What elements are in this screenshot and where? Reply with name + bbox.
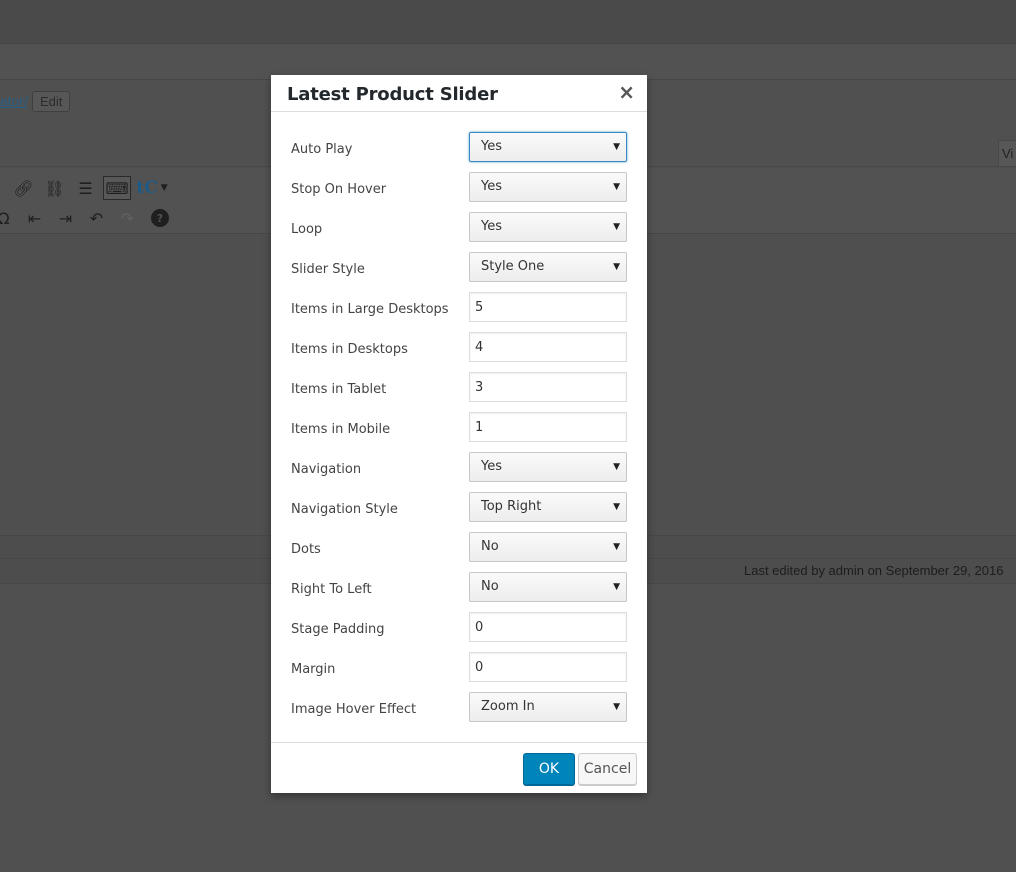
- chevron-down-icon: ▼: [613, 182, 620, 192]
- chevron-down-icon: ▼: [613, 262, 620, 272]
- items-mobile-label: Items in Mobile: [291, 422, 391, 437]
- image-hover-effect-value: Zoom In: [481, 699, 535, 714]
- field-slider-style: Slider Style Style One ▼: [291, 252, 627, 292]
- toolbar-toggle-icon[interactable]: ⌨: [103, 176, 131, 200]
- slider-style-label: Slider Style: [291, 262, 365, 277]
- permalink-row: ator/ Edit: [0, 90, 71, 112]
- navigation-style-value: Top Right: [481, 499, 542, 514]
- chevron-down-icon: ▼: [613, 142, 620, 152]
- navigation-select[interactable]: Yes ▼: [469, 452, 627, 482]
- dots-select[interactable]: No ▼: [469, 532, 627, 562]
- field-stage-padding: Stage Padding 0: [291, 612, 627, 652]
- field-items-mobile: Items in Mobile 1: [291, 412, 627, 452]
- permalink-edit-button[interactable]: Edit: [32, 90, 71, 112]
- stage-padding-label: Stage Padding: [291, 622, 385, 637]
- cancel-button[interactable]: Cancel: [578, 753, 637, 785]
- help-icon[interactable]: ?: [151, 209, 169, 227]
- auto-play-select[interactable]: Yes ▼: [469, 132, 627, 162]
- items-tablet-input[interactable]: 3: [469, 372, 627, 402]
- tc-plugin-icon[interactable]: tC ▼: [133, 176, 171, 200]
- navigation-style-select[interactable]: Top Right ▼: [469, 492, 627, 522]
- right-to-left-select[interactable]: No ▼: [469, 572, 627, 602]
- tab-visual[interactable]: Vi: [998, 140, 1016, 167]
- navigation-label: Navigation: [291, 462, 362, 477]
- slider-style-select[interactable]: Style One ▼: [469, 252, 627, 282]
- items-mobile-input[interactable]: 1: [469, 412, 627, 442]
- field-navigation: Navigation Yes ▼: [291, 452, 627, 492]
- settings-form: Auto Play Yes ▼ Stop On Hover Yes ▼ Loop: [291, 132, 627, 732]
- dialog-footer: OK Cancel: [271, 742, 647, 793]
- loop-select[interactable]: Yes ▼: [469, 212, 627, 242]
- navigation-value: Yes: [481, 459, 502, 474]
- slider-settings-dialog: Latest Product Slider × Auto Play Yes ▼ …: [271, 75, 647, 793]
- margin-input[interactable]: 0: [469, 652, 627, 682]
- chevron-down-icon: ▼: [613, 542, 620, 552]
- loop-label: Loop: [291, 222, 323, 237]
- dialog-title: Latest Product Slider: [287, 84, 498, 105]
- stop-on-hover-label: Stop On Hover: [291, 182, 387, 197]
- admin-top-bar: [0, 0, 1016, 44]
- dots-label: Dots: [291, 542, 321, 557]
- auto-play-label: Auto Play: [291, 142, 353, 157]
- read-more-icon[interactable]: ☰: [70, 176, 101, 200]
- field-right-to-left: Right To Left No ▼: [291, 572, 627, 612]
- right-to-left-label: Right To Left: [291, 582, 372, 597]
- chevron-down-icon: ▼: [613, 702, 620, 712]
- right-to-left-value: No: [481, 579, 499, 594]
- redo-icon: ↷: [120, 208, 135, 228]
- last-edited-text: Last edited by admin on September 29, 20…: [744, 563, 1004, 578]
- field-items-tablet: Items in Tablet 3: [291, 372, 627, 412]
- slider-style-value: Style One: [481, 259, 545, 274]
- toolbar-row-1: 🔗︎ ⛓ ☰ ⌨ tC ▼: [8, 176, 171, 200]
- field-items-desktops: Items in Desktops 4: [291, 332, 627, 372]
- stop-on-hover-value: Yes: [481, 179, 502, 194]
- chevron-down-icon: ▼: [613, 222, 620, 232]
- field-auto-play: Auto Play Yes ▼: [291, 132, 627, 172]
- link-icon[interactable]: 🔗︎: [8, 176, 39, 200]
- close-icon[interactable]: ×: [618, 80, 635, 104]
- special-char-icon[interactable]: Ω: [0, 206, 19, 230]
- chevron-down-icon: ▼: [613, 502, 620, 512]
- chevron-down-icon: ▼: [613, 462, 620, 472]
- field-navigation-style: Navigation Style Top Right ▼: [291, 492, 627, 532]
- field-items-large-desktops: Items in Large Desktops 5: [291, 292, 627, 332]
- stop-on-hover-select[interactable]: Yes ▼: [469, 172, 627, 202]
- items-large-desktops-input[interactable]: 5: [469, 292, 627, 322]
- unlink-icon[interactable]: ⛓: [39, 176, 70, 200]
- indent-icon[interactable]: ⇥: [50, 206, 81, 230]
- auto-play-value: Yes: [481, 139, 502, 154]
- loop-value: Yes: [481, 219, 502, 234]
- margin-label: Margin: [291, 662, 336, 677]
- ok-button[interactable]: OK: [523, 753, 575, 785]
- outdent-icon[interactable]: ⇤: [19, 206, 50, 230]
- items-tablet-label: Items in Tablet: [291, 382, 387, 397]
- items-desktops-label: Items in Desktops: [291, 342, 408, 357]
- image-hover-effect-select[interactable]: Zoom In ▼: [469, 692, 627, 722]
- dots-value: No: [481, 539, 499, 554]
- field-stop-on-hover: Stop On Hover Yes ▼: [291, 172, 627, 212]
- stage-padding-input[interactable]: 0: [469, 612, 627, 642]
- chevron-down-icon: ▼: [613, 582, 620, 592]
- field-image-hover-effect: Image Hover Effect Zoom In ▼: [291, 692, 627, 732]
- field-dots: Dots No ▼: [291, 532, 627, 572]
- toolbar-row-2: Ω ⇤ ⇥ ↶ ↷ ?: [0, 206, 169, 230]
- undo-icon[interactable]: ↶: [81, 206, 112, 230]
- field-loop: Loop Yes ▼: [291, 212, 627, 252]
- permalink-link[interactable]: ator/: [0, 93, 28, 109]
- navigation-style-label: Navigation Style: [291, 502, 398, 517]
- items-large-desktops-label: Items in Large Desktops: [291, 302, 449, 317]
- dialog-header: Latest Product Slider ×: [271, 75, 647, 112]
- field-margin: Margin 0: [291, 652, 627, 692]
- items-desktops-input[interactable]: 4: [469, 332, 627, 362]
- image-hover-effect-label: Image Hover Effect: [291, 702, 417, 717]
